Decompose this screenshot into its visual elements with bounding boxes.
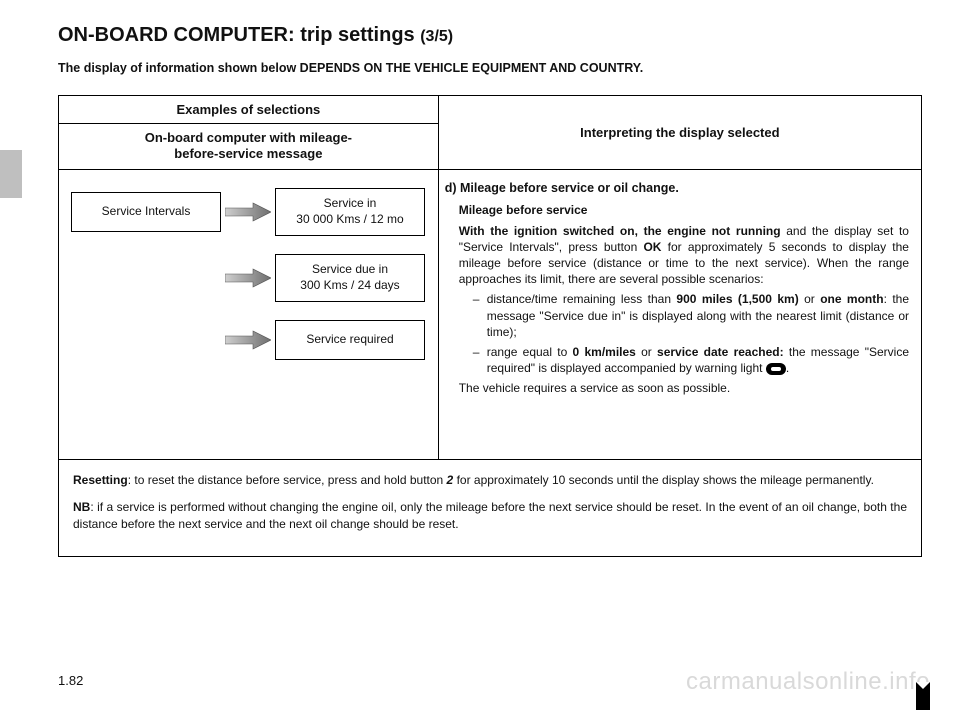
reset-t1: : to reset the distance before service, … xyxy=(128,473,447,487)
reset-label: Resetting xyxy=(73,473,128,487)
header-obc-l2: before-service message xyxy=(174,146,322,161)
arrow-1 xyxy=(221,202,275,222)
p1-ok: OK xyxy=(643,240,661,254)
li1-b: 900 miles (1,500 km) xyxy=(676,292,798,306)
box-service-due-l1: Service due in xyxy=(312,262,388,278)
page-side-tab xyxy=(0,150,22,198)
header-interpret: Interpreting the display selected xyxy=(438,96,921,170)
example-row-1: Service Intervals Service in 30 000 Kms … xyxy=(71,188,426,236)
reset-t2: for approximately 10 seconds until the d… xyxy=(453,473,874,487)
box-service-in-l2: 30 000 Kms / 12 mo xyxy=(296,212,403,228)
footer-cell: Resetting: to reset the distance before … xyxy=(59,459,922,556)
box-service-due-l2: 300 Kms / 24 days xyxy=(300,278,399,294)
title-sub: (3/5) xyxy=(420,28,453,45)
box-service-in-l1: Service in xyxy=(324,196,377,212)
header-obc-l1: On-board computer with mileage- xyxy=(145,130,352,145)
li1-a: distance/time remaining less than xyxy=(487,292,677,306)
nb-label: NB xyxy=(73,500,90,514)
li2-a: range equal to xyxy=(487,345,573,359)
li2-f: . xyxy=(786,361,789,375)
interpret-cell: d) Mileage before service or oil change.… xyxy=(438,169,921,459)
li1-c: or xyxy=(799,292,820,306)
arrow-right-icon xyxy=(225,268,271,288)
li2-c: or xyxy=(636,345,657,359)
watermark: carmanualsonline.info xyxy=(686,668,930,696)
title-main: ON-BOARD COMPUTER: trip settings xyxy=(58,24,420,46)
interpret-p2: The vehicle requires a service as soon a… xyxy=(459,380,909,396)
page-number: 1.82 xyxy=(58,673,83,688)
li2-d: service date reached: xyxy=(657,345,784,359)
p1-bold1: With the ignition switched on, the engin… xyxy=(459,224,781,238)
box-service-required-label: Service required xyxy=(306,332,393,348)
content-table: Examples of selections Interpreting the … xyxy=(58,95,922,557)
interpret-p1: With the ignition switched on, the engin… xyxy=(459,223,909,288)
list-item-2: range equal to 0 km/miles or service dat… xyxy=(473,344,909,376)
page-title: ON-BOARD COMPUTER: trip settings (3/5) xyxy=(58,24,922,47)
interpret-heading: d) Mileage before service or oil change. xyxy=(445,180,909,197)
header-obc: On-board computer with mileage- before-s… xyxy=(59,124,439,170)
header-examples: Examples of selections xyxy=(59,96,439,124)
warning-light-icon xyxy=(766,363,786,375)
example-row-2: Service due in 300 Kms / 24 days xyxy=(71,254,426,302)
list-item-1: distance/time remaining less than 900 mi… xyxy=(473,291,909,340)
bookmark-icon xyxy=(916,682,930,710)
arrow-2 xyxy=(221,268,275,288)
li2-b: 0 km/miles xyxy=(573,345,636,359)
nb-text: : if a service is performed without chan… xyxy=(73,500,907,531)
footer-nb: NB: if a service is performed without ch… xyxy=(73,499,907,534)
example-row-3: Service required xyxy=(71,320,426,360)
arrow-3 xyxy=(221,330,275,350)
examples-cell: Service Intervals Service in 30 000 Kms … xyxy=(59,169,439,459)
box-service-intervals: Service Intervals xyxy=(71,192,221,232)
footer-reset: Resetting: to reset the distance before … xyxy=(73,472,907,489)
interpret-body: Mileage before service With the ignition… xyxy=(459,202,909,396)
interpret-list: distance/time remaining less than 900 mi… xyxy=(473,291,909,376)
box-service-due: Service due in 300 Kms / 24 days xyxy=(275,254,425,302)
arrow-right-icon xyxy=(225,330,271,350)
box-service-in: Service in 30 000 Kms / 12 mo xyxy=(275,188,425,236)
li1-d: one month xyxy=(820,292,883,306)
interpret-subhead: Mileage before service xyxy=(459,202,909,218)
box-service-required: Service required xyxy=(275,320,425,360)
box-service-intervals-label: Service Intervals xyxy=(102,204,191,220)
depends-line: The display of information shown below D… xyxy=(58,61,922,75)
arrow-right-icon xyxy=(225,202,271,222)
